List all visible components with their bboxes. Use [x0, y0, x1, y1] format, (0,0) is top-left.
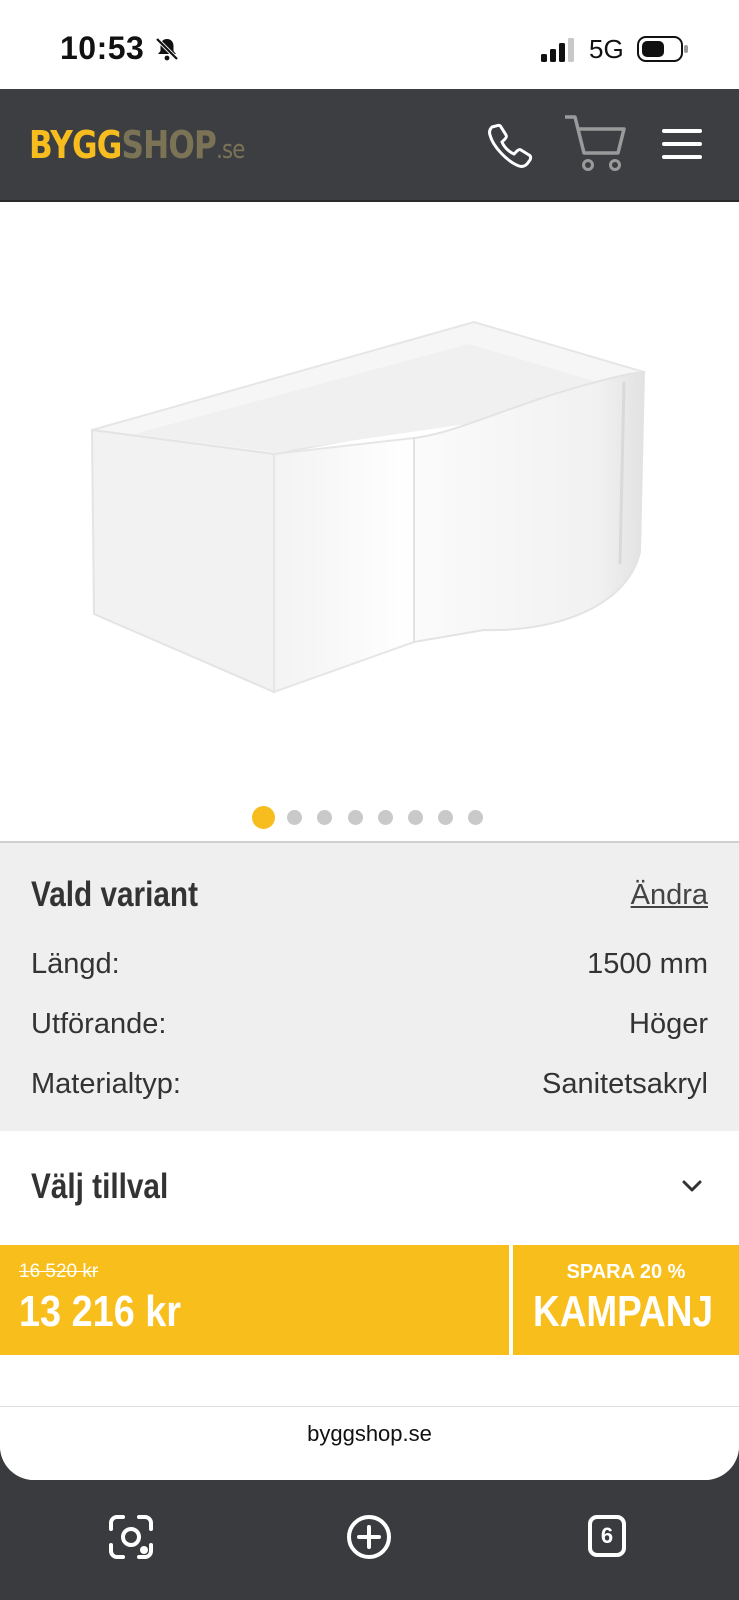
cart-icon[interactable] [563, 113, 627, 173]
price-box: 16 520 kr 13 216 kr [0, 1245, 509, 1355]
variant-key: Materialtyp: [31, 1068, 181, 1100]
cellular-signal-icon [541, 38, 574, 62]
product-image [90, 320, 646, 694]
lens-camera-icon[interactable] [107, 1513, 155, 1561]
campaign-label: KAMPANJ [533, 1287, 714, 1336]
site-logo[interactable]: BYGGSHOP.se [29, 123, 245, 167]
pagination-dot-5[interactable] [378, 810, 393, 825]
network-type: 5G [589, 34, 624, 64]
page: 10:53 5G BYGGSHOP.se Vald variant Ändra … [0, 0, 739, 1480]
variant-row-material: Materialtyp: Sanitetsakryl [31, 1068, 708, 1108]
selected-variant-panel: Vald variant Ändra Längd: 1500 mm Utföra… [0, 841, 739, 1131]
menu-icon[interactable] [662, 127, 702, 161]
variant-row-design: Utförande: Höger [31, 1008, 708, 1048]
silent-bell-icon [155, 37, 179, 61]
pagination-dot-3[interactable] [317, 810, 332, 825]
savings-label: SPARA 20 % [566, 1261, 686, 1283]
variant-key: Längd: [31, 948, 120, 980]
variant-value: Sanitetsakryl [541, 1068, 708, 1100]
current-price: 13 216 kr [19, 1287, 182, 1336]
variant-title: Vald variant [31, 875, 199, 914]
status-time: 10:53 [60, 30, 145, 66]
status-bar: 10:53 5G [0, 0, 739, 89]
pagination-dot-2[interactable] [287, 810, 302, 825]
options-title: Välj tillval [31, 1167, 169, 1206]
chevron-down-icon [682, 1180, 702, 1192]
tab-switcher-button[interactable]: 6 [588, 1515, 626, 1557]
change-variant-link[interactable]: Ändra [631, 879, 708, 912]
pagination-dot-7[interactable] [438, 810, 453, 825]
product-image-carousel[interactable] [0, 202, 739, 842]
variant-key: Utförande: [31, 1008, 167, 1040]
battery-icon [637, 36, 688, 62]
new-tab-plus-icon[interactable] [345, 1513, 393, 1561]
campaign-badge: SPARA 20 % KAMPANJ [513, 1245, 739, 1355]
site-header: BYGGSHOP.se [0, 89, 739, 202]
browser-address-bar[interactable]: byggshop.se [0, 1406, 739, 1480]
pagination-dot-8[interactable] [468, 810, 483, 825]
pagination-dot-1[interactable] [252, 806, 275, 829]
pagination-dot-4[interactable] [348, 810, 363, 825]
pagination-dot-6[interactable] [408, 810, 423, 825]
choose-options-accordion[interactable]: Välj tillval [0, 1131, 739, 1245]
address-url[interactable]: byggshop.se [0, 1421, 739, 1447]
variant-row-length: Längd: 1500 mm [31, 948, 708, 988]
variant-value: 1500 mm [587, 948, 708, 980]
original-price: 16 520 kr [19, 1261, 99, 1282]
phone-icon[interactable] [486, 121, 534, 169]
variant-value: Höger [629, 1008, 708, 1040]
